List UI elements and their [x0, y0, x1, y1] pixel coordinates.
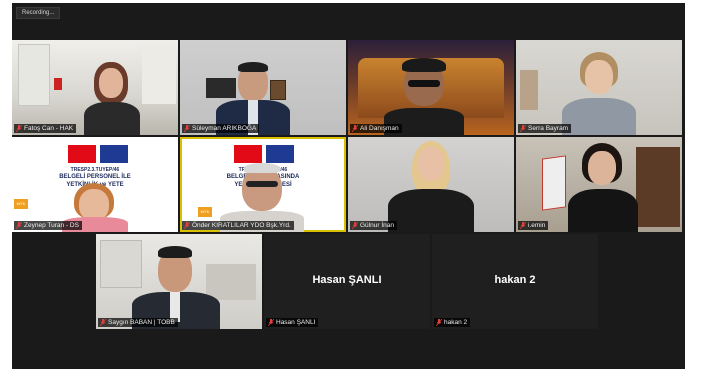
participant-name-label: Önder KIRATLILAR YDO Bşk.Yrd. [182, 221, 294, 230]
participant-name-label: Süleyman ARIKBOĞA [182, 124, 260, 133]
window [100, 240, 142, 288]
participant-name-label: Zeynep Turan - DS [14, 221, 82, 230]
video-tile-zeynep-turan[interactable]: TRESP2.3.TUYEP/46 BELGELİ PERSONEL İLE Y… [12, 137, 178, 232]
video-tile-ali-danisman[interactable]: Ali Danışman [348, 40, 514, 135]
person-face [588, 151, 616, 185]
participant-name-label: Saygın BABAN | TOBB [98, 318, 178, 327]
mic-muted-icon [520, 222, 526, 229]
person-hair [402, 58, 446, 72]
participant-name-label: Hasan ŞANLI [266, 318, 319, 327]
person-hair [238, 62, 268, 72]
video-tile-fatos-can[interactable]: Fatoş Can - HAK [12, 40, 178, 135]
bookshelf [636, 147, 680, 227]
video-tile-i-emin[interactable]: i.emin [516, 137, 682, 232]
mic-muted-icon [352, 222, 358, 229]
person-face [242, 167, 282, 211]
turkey-flag [234, 145, 262, 163]
glasses [408, 80, 440, 87]
person-hair [158, 246, 192, 258]
mic-muted-icon [16, 222, 22, 229]
person-face [99, 68, 123, 98]
turkey-flag [68, 145, 96, 163]
eu-flag [100, 145, 128, 163]
furniture [520, 70, 538, 110]
participant-name-label: Fatoş Can - HAK [14, 124, 77, 133]
wall-flag [542, 155, 566, 211]
person-body [388, 189, 474, 232]
person-body [562, 98, 636, 135]
mic-muted-icon [352, 125, 358, 132]
wall-frame [270, 80, 286, 100]
window-blinds [18, 44, 50, 106]
participant-name-label: Ali Danışman [350, 124, 402, 133]
participant-display-name: Hasan ŞANLI [312, 273, 382, 286]
wall-screen [206, 78, 236, 98]
mic-muted-icon [436, 319, 442, 326]
myk-logo: MYK [198, 207, 212, 217]
myk-logo: MYK [14, 199, 28, 209]
person-hair [244, 163, 280, 173]
mic-muted-icon [184, 125, 190, 132]
flag [54, 78, 62, 90]
video-tile-hasan-sanli[interactable]: Hasan ŞANLI Hasan ŞANLI [264, 234, 430, 329]
participant-display-name: hakan 2 [494, 273, 536, 286]
video-tile-gulnur-inan[interactable]: Gülnur İnan [348, 137, 514, 232]
banner-text: TRESP2.3.TUYEP/46 [70, 167, 120, 173]
mic-muted-icon [268, 319, 274, 326]
participant-name-label: Gülnur İnan [350, 221, 397, 230]
participant-name-label: hakan 2 [434, 318, 471, 327]
zoom-meeting-window: Recording... Fatoş Can - HAK Süleyman AR… [12, 3, 685, 369]
person-body [84, 102, 140, 135]
person-body [568, 189, 638, 232]
video-tile-saygin-baban[interactable]: Saygın BABAN | TOBB [96, 234, 262, 329]
mic-muted-icon [184, 222, 190, 229]
video-tile-serra-bayram[interactable]: Serra Bayram [516, 40, 682, 135]
glasses [246, 181, 278, 187]
mic-muted-icon [100, 319, 106, 326]
person-face [418, 147, 444, 181]
mic-muted-icon [16, 125, 22, 132]
eu-flag [266, 145, 294, 163]
mic-muted-icon [520, 125, 526, 132]
banner-text: BELGELİ PERSONEL İLE [59, 174, 131, 180]
participant-name-label: i.emin [518, 221, 549, 230]
wall [206, 264, 256, 300]
video-tile-hakan-2[interactable]: hakan 2 hakan 2 [432, 234, 598, 329]
participant-name-label: Serra Bayram [518, 124, 572, 133]
recording-indicator: Recording... [16, 7, 61, 19]
person-face [585, 60, 613, 94]
window-blinds [142, 44, 176, 104]
video-tile-onder-kiratlilar[interactable]: TRESP2.3.TUYEP/46 BELGELİ P DÜNYASINDA Y… [180, 137, 346, 232]
video-tile-suleyman-arikboga[interactable]: Süleyman ARIKBOĞA [180, 40, 346, 135]
